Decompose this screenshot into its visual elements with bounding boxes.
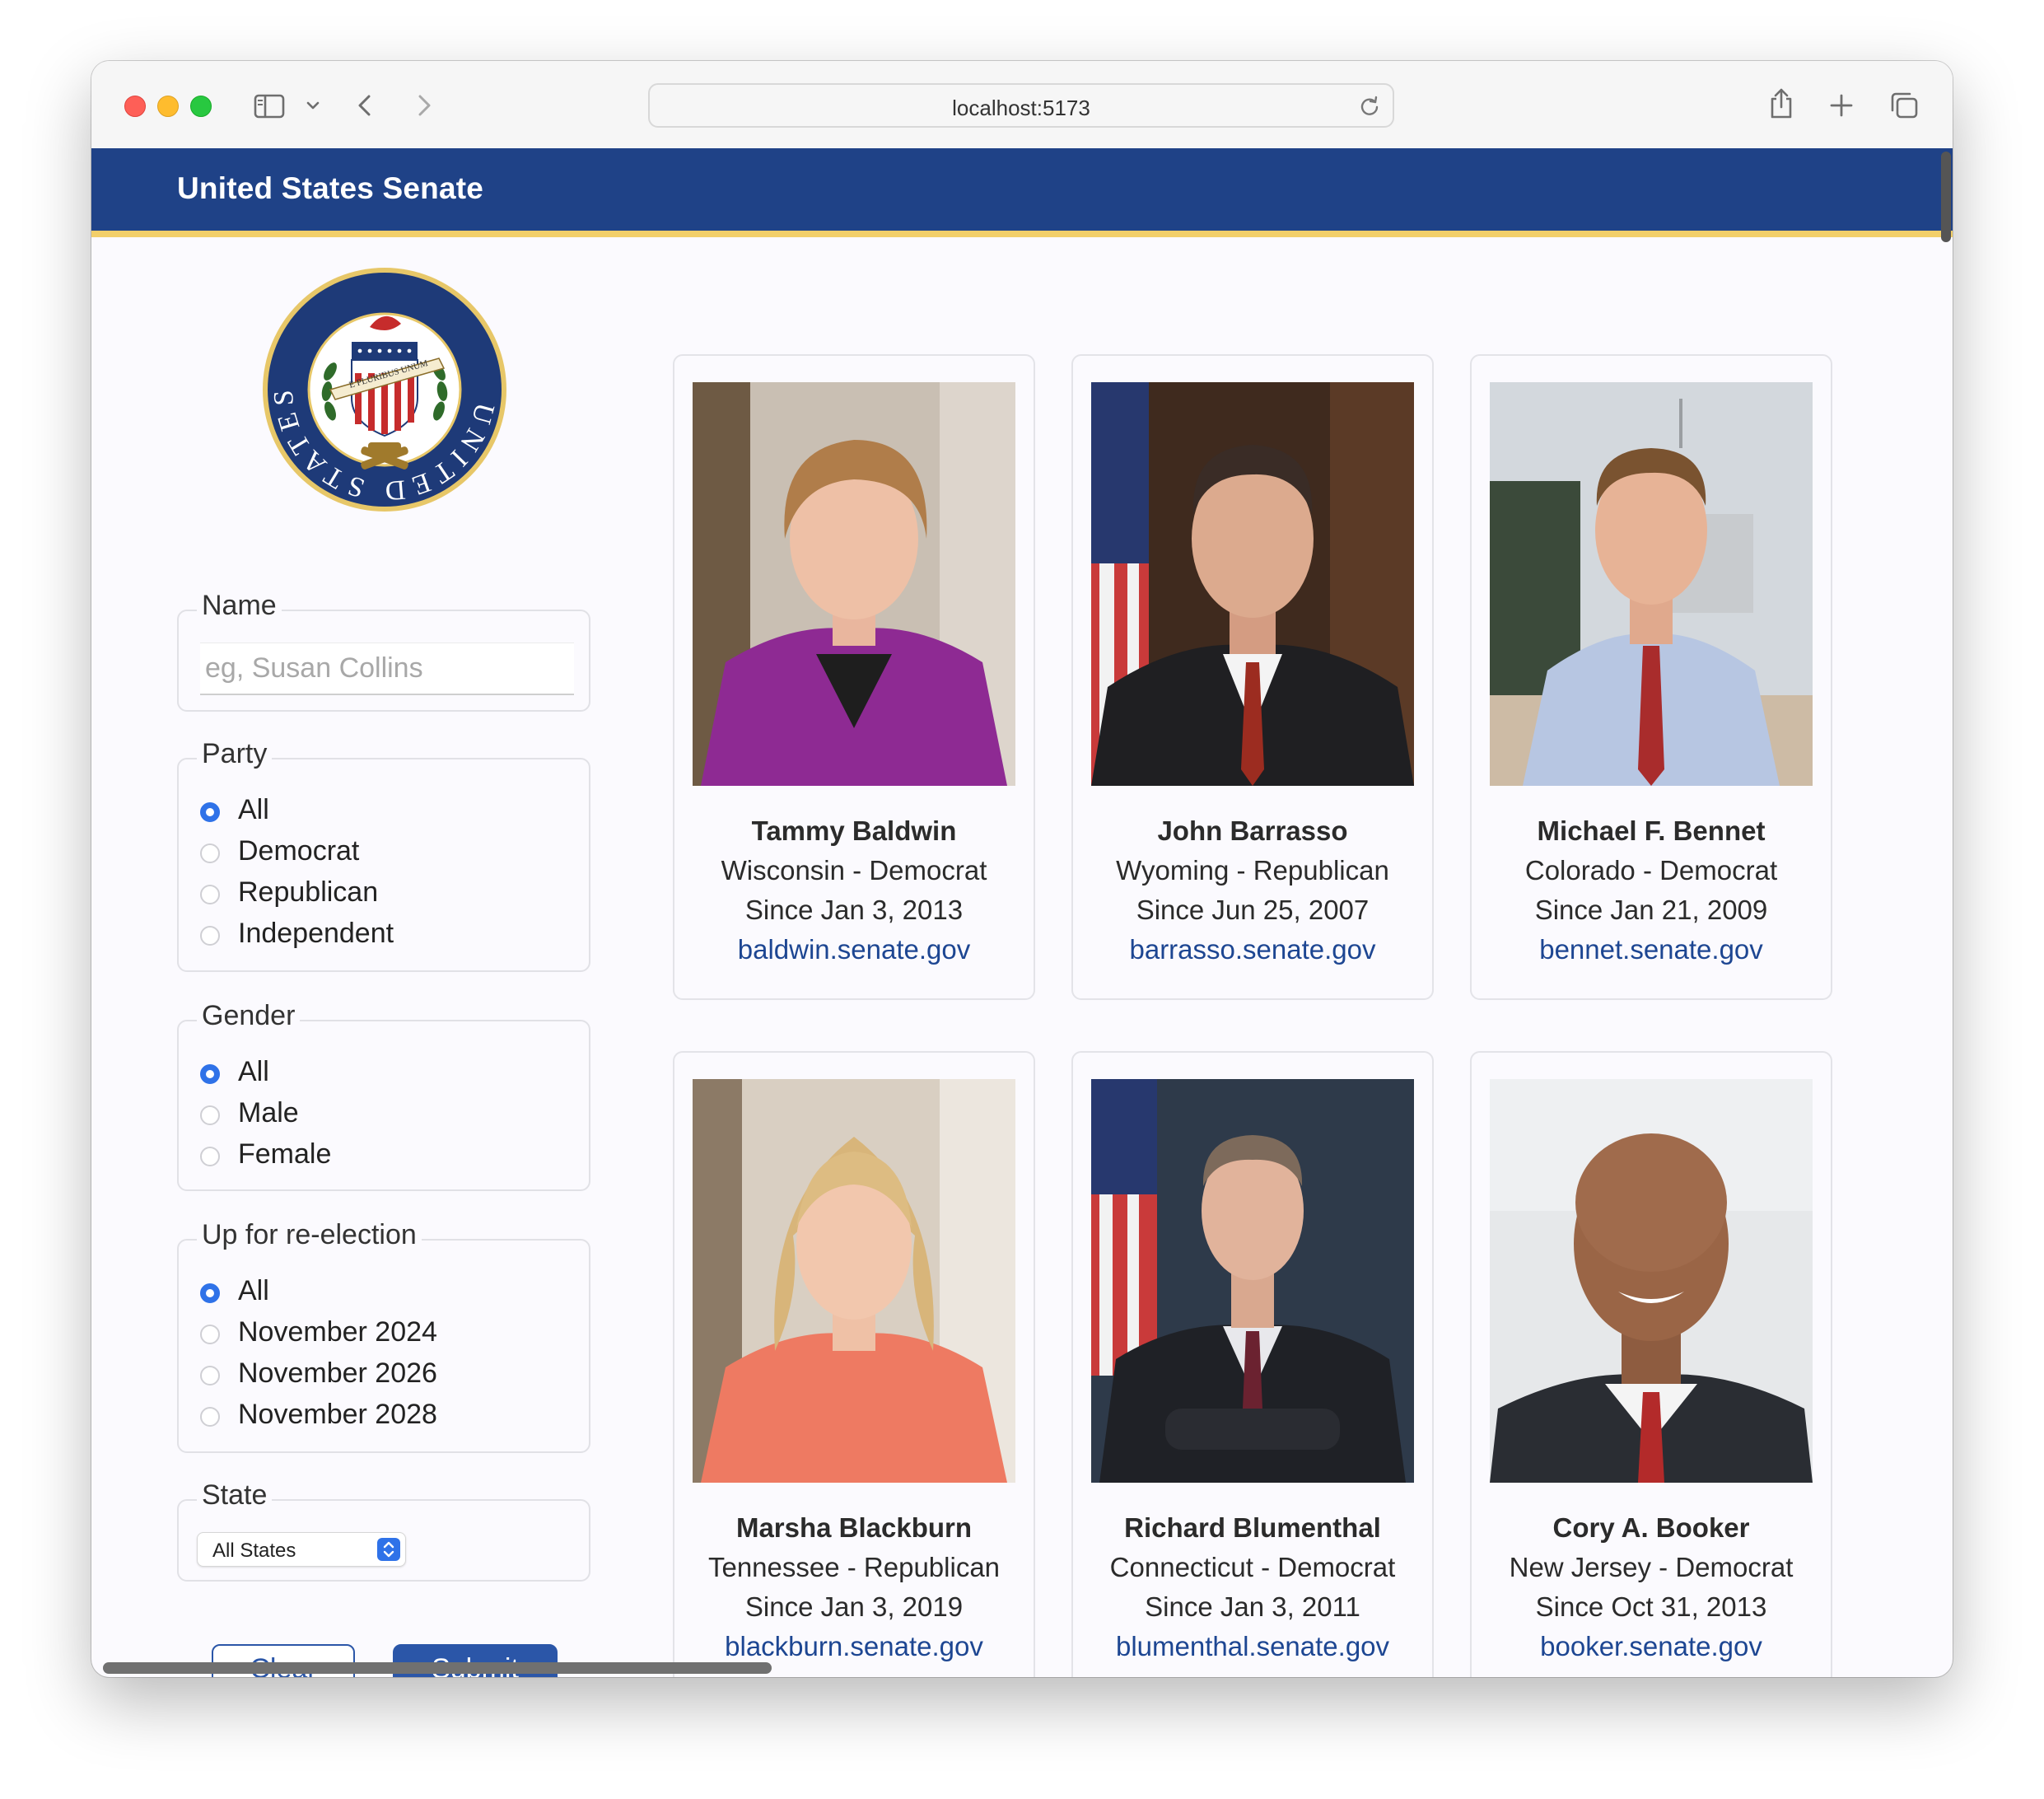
horizontal-scrollbar[interactable] xyxy=(103,1662,772,1674)
url-text: localhost:5173 xyxy=(952,96,1090,120)
state-legend: State xyxy=(197,1479,273,1512)
radio-unselected[interactable] xyxy=(200,885,220,904)
chevron-down-icon[interactable] xyxy=(304,91,322,120)
senator-name: Marsha Blackburn xyxy=(735,1512,973,1543)
browser-window: localhost:5173 United States Senate UNIT… xyxy=(91,61,1953,1677)
radio-label: All xyxy=(238,1056,269,1087)
senator-since: Since Jun 25, 2007 xyxy=(1136,895,1370,925)
senator-photo xyxy=(1490,1079,1813,1483)
senator-since: Since Jan 21, 2009 xyxy=(1534,895,1768,925)
senator-name: John Barrasso xyxy=(1157,815,1348,846)
back-icon[interactable] xyxy=(353,91,378,120)
senator-state-party: Tennessee - Republican xyxy=(707,1552,1001,1582)
site-title: United States Senate xyxy=(177,171,484,205)
senator-card: John Barrasso Wyoming - Republican Since… xyxy=(1071,354,1434,1000)
senator-state-party: Wisconsin - Democrat xyxy=(721,855,987,885)
senator-photo xyxy=(1490,382,1813,786)
forward-icon[interactable] xyxy=(411,91,436,120)
radio-selected[interactable] xyxy=(200,1283,220,1303)
radio-unselected[interactable] xyxy=(200,1147,220,1166)
senate-seal-logo: UNITED STATES SENATE xyxy=(261,266,506,512)
reelection-filter: Up for re-election All November 2024 Nov… xyxy=(177,1219,590,1453)
senator-since: Since Jan 3, 2013 xyxy=(744,895,964,925)
gender-legend: Gender xyxy=(197,1000,301,1032)
reload-icon[interactable] xyxy=(1358,95,1381,118)
senator-name: Cory A. Booker xyxy=(1552,1512,1750,1543)
senator-website-link[interactable]: baldwin.senate.gov xyxy=(674,934,1034,965)
senator-since: Since Jan 3, 2011 xyxy=(1145,1591,1360,1622)
page-content: United States Senate UNITED STATES SENAT… xyxy=(91,148,1953,1677)
gender-filter: Gender All Male Female xyxy=(177,1000,590,1191)
radio-label: November 2026 xyxy=(238,1357,437,1389)
senator-card: Richard Blumenthal Connecticut - Democra… xyxy=(1071,1051,1434,1677)
senator-website-link[interactable]: blackburn.senate.gov xyxy=(674,1631,1034,1662)
plus-icon[interactable] xyxy=(1827,91,1855,120)
senator-photo xyxy=(693,1079,1015,1483)
party-filter: Party All Democrat Republican Independen… xyxy=(177,738,590,972)
radio-unselected[interactable] xyxy=(200,843,220,863)
minimize-window-button[interactable] xyxy=(157,96,179,117)
senator-photo xyxy=(1091,382,1414,786)
senator-card: Marsha Blackburn Tennessee - Republican … xyxy=(673,1051,1035,1677)
radio-label: Independent xyxy=(238,918,394,949)
radio-unselected[interactable] xyxy=(200,1105,220,1125)
senator-card: Tammy Baldwin Wisconsin - Democrat Since… xyxy=(673,354,1035,1000)
close-window-button[interactable] xyxy=(124,96,146,117)
share-icon[interactable] xyxy=(1766,87,1796,120)
senator-website-link[interactable]: booker.senate.gov xyxy=(1472,1631,1831,1662)
radio-label: November 2028 xyxy=(238,1399,437,1430)
radio-label: All xyxy=(238,1275,269,1306)
radio-selected[interactable] xyxy=(200,802,220,822)
senator-photo xyxy=(693,382,1015,786)
address-bar[interactable]: localhost:5173 xyxy=(648,83,1394,128)
site-header: United States Senate xyxy=(91,148,1953,237)
radio-unselected[interactable] xyxy=(200,1366,220,1385)
senator-state-party: Connecticut - Democrat xyxy=(1109,1552,1396,1582)
tabs-icon[interactable] xyxy=(1888,91,1920,120)
senator-card: Cory A. Booker New Jersey - Democrat Sin… xyxy=(1470,1051,1832,1677)
state-select-value: All States xyxy=(212,1540,296,1562)
senator-photo xyxy=(1091,1079,1414,1483)
radio-label: Republican xyxy=(238,876,379,908)
name-search-input[interactable] xyxy=(200,642,574,695)
senator-state-party: Wyoming - Republican xyxy=(1116,855,1389,885)
browser-toolbar: localhost:5173 xyxy=(91,61,1953,149)
senator-since: Since Jan 3, 2019 xyxy=(744,1591,964,1622)
radio-unselected[interactable] xyxy=(200,926,220,946)
reelection-legend: Up for re-election xyxy=(197,1219,422,1251)
state-select[interactable]: All States xyxy=(197,1532,406,1567)
senator-card: Michael F. Bennet Colorado - Democrat Si… xyxy=(1470,354,1832,1000)
senator-website-link[interactable]: bennet.senate.gov xyxy=(1472,934,1831,965)
radio-label: Democrat xyxy=(238,835,360,867)
vertical-scrollbar[interactable] xyxy=(1941,152,1951,242)
senator-name: Tammy Baldwin xyxy=(751,815,957,846)
name-filter: Name xyxy=(177,590,590,712)
radio-label: All xyxy=(238,794,269,825)
radio-unselected[interactable] xyxy=(200,1325,220,1344)
zoom-window-button[interactable] xyxy=(190,96,212,117)
radio-label: November 2024 xyxy=(238,1316,437,1348)
radio-label: Female xyxy=(238,1138,332,1170)
name-legend: Name xyxy=(197,590,282,622)
senator-name: Richard Blumenthal xyxy=(1124,1512,1381,1543)
senator-since: Since Oct 31, 2013 xyxy=(1535,1591,1767,1622)
radio-selected[interactable] xyxy=(200,1064,220,1084)
select-stepper-icon xyxy=(377,1538,400,1561)
senator-website-link[interactable]: barrasso.senate.gov xyxy=(1073,934,1432,965)
senator-state-party: Colorado - Democrat xyxy=(1524,855,1778,885)
senator-website-link[interactable]: blumenthal.senate.gov xyxy=(1073,1631,1432,1662)
state-filter: State All States xyxy=(177,1479,590,1582)
party-legend: Party xyxy=(197,738,273,770)
senator-state-party: New Jersey - Democrat xyxy=(1509,1552,1794,1582)
senator-name: Michael F. Bennet xyxy=(1537,815,1766,846)
radio-label: Male xyxy=(238,1097,299,1128)
radio-unselected[interactable] xyxy=(200,1407,220,1427)
sidebar-icon[interactable] xyxy=(253,91,286,120)
